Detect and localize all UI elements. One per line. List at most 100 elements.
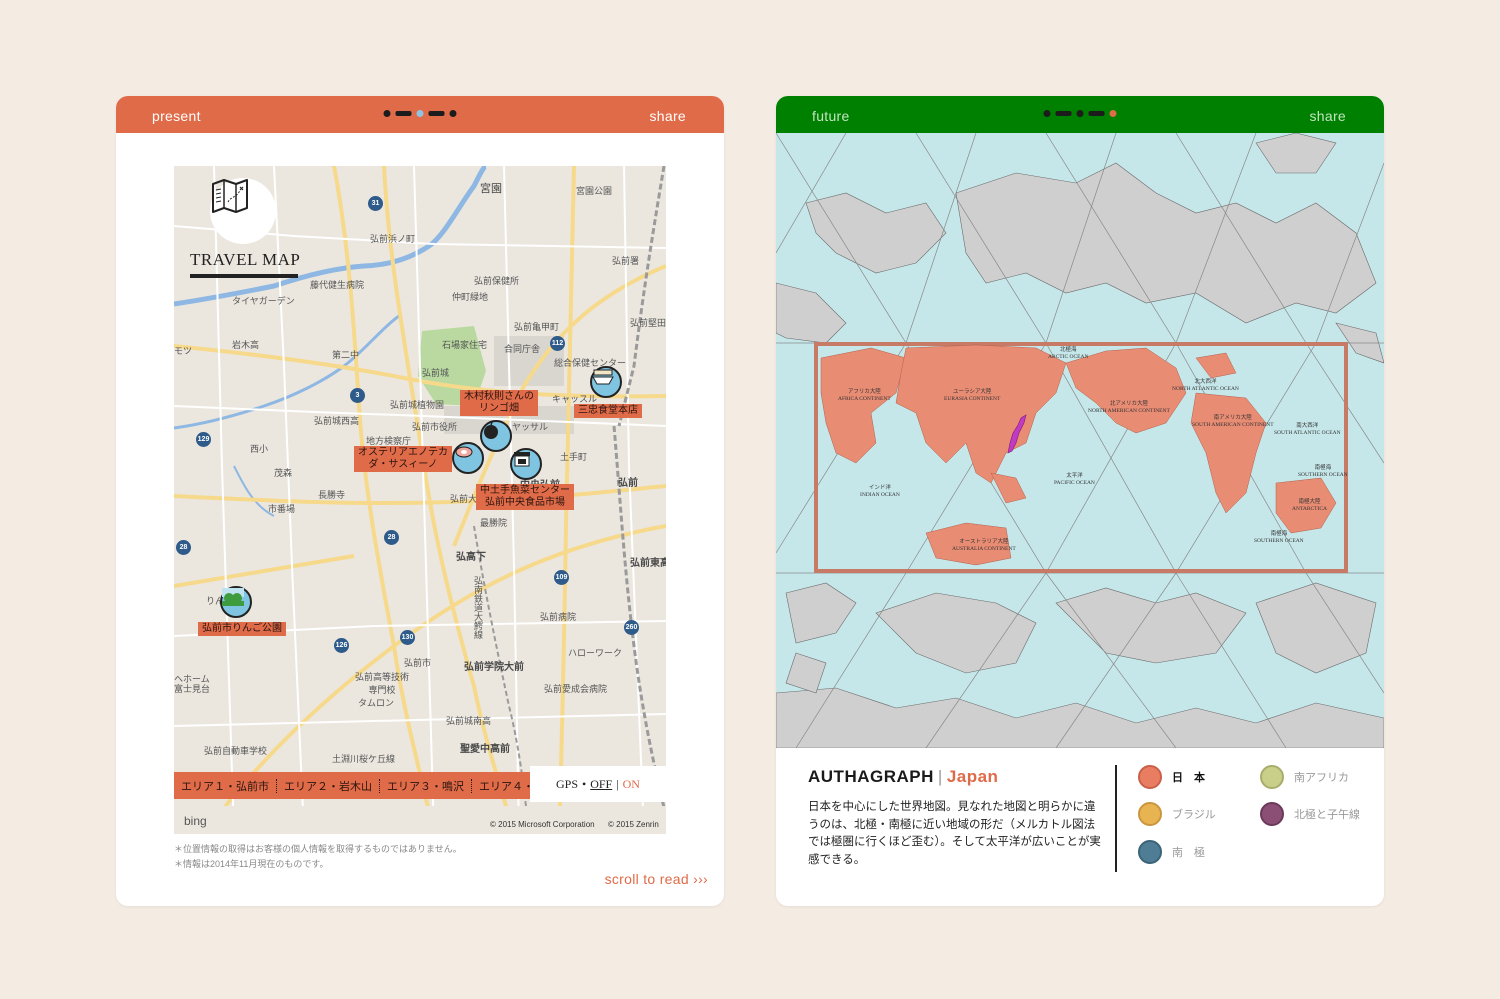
section-title: AUTHAGRAPH | Japan [808,767,998,787]
map-place-label: 長勝寺 [318,490,346,500]
poi-label-nakadote-market[interactable]: 中土手魚菜センター 弘前中央食品市場 [476,484,574,510]
map-label: ユーラシア大陸 EURASIA CONTINENT [944,389,1001,402]
swatch-south-africa [1260,765,1284,789]
map-place-label: 弘南鉄道大鰐線 [473,576,483,639]
map-place-label: 藤代健生病院 [310,280,365,290]
swatch-japan [1138,765,1162,789]
authagraph-world-map[interactable]: 北極海 ARCTIC OCEAN アフリカ大陸 AFRICA CONTINENT ユ… [776,133,1384,748]
ham-dish-icon[interactable] [452,442,484,474]
area-tab-2[interactable]: エリア２・岩木山 [277,778,379,794]
map-place-label: 弘高下 [456,552,486,563]
share-button[interactable]: share [1309,108,1346,124]
map-place-label: 弘前市 [404,658,432,668]
gps-label: GPS [556,776,579,791]
map-place-label: 合同庁舎 [504,344,541,354]
page-dot[interactable] [395,111,412,116]
map-place-label: 弘前愛成会病院 [544,684,608,694]
route-shield: 109 [554,570,569,585]
page-dot[interactable] [428,111,445,116]
poi-label-osteria[interactable]: オステリアエノテカ ダ・サスィーノ [354,446,452,472]
map-place-label: ヤッサル [512,422,549,432]
route-shield: 28 [384,530,399,545]
legend-arctic-meridian[interactable]: 北極と子午線 [1260,802,1360,826]
map-place-label: 弘前保健所 [474,276,520,286]
gps-toggle: GPS • OFF | ON [530,766,666,802]
page-indicator [383,110,457,117]
scroll-to-read-link[interactable]: scroll to read ››› [605,871,708,887]
legend-antarctica[interactable]: 南 極 [1138,840,1205,864]
map-place-label: 弘前亀甲町 [514,322,560,332]
route-shield: 112 [550,336,565,351]
map-label: 北アメリカ大陸 NORTH AMERICAN CONTINENT [1088,401,1170,414]
area-tab-3[interactable]: エリア３・鳴沢 [380,778,471,794]
page-dot[interactable] [1076,110,1084,117]
authagraph-card: future share 北極海 ARCTIC OCEAN アフリカ大陸 AFR… [776,96,1384,906]
page-dot[interactable] [449,110,457,117]
map-place-label: ヘホーム [174,674,210,684]
gps-separator: | [616,776,619,791]
gps-on-button[interactable]: ON [623,777,640,792]
page-indicator [1043,110,1117,117]
note-privacy: ＊位置情報の取得はお客様の個人情報を取得するものではありません。 [174,844,462,854]
route-shield: 130 [400,630,415,645]
legend-japan[interactable]: 日 本 [1138,765,1205,789]
map-place-label: 総合保健センター [554,358,627,368]
travel-map-title: TRAVEL MAP [190,250,301,269]
apple-orchard-icon[interactable] [220,586,252,618]
map-place-label: 弘前城 [422,368,450,378]
route-shield: 260 [624,620,639,635]
country-subtitle: Japan [946,767,999,786]
map-place-label: モツ [174,346,193,356]
map-place-label: 仲町緑地 [452,292,489,302]
map-label: 南極海 SOUTHERN OCEAN [1298,465,1348,478]
swatch-arctic-meridian [1260,802,1284,826]
page-dot[interactable] [1088,111,1105,116]
poi-label-kimura-apple-farm[interactable]: 木村秋則さんの リンゴ畑 [460,390,538,416]
map-place-label: タムロン [358,698,395,708]
top-bar: present share [116,96,724,133]
page-dot[interactable] [1043,110,1051,117]
legend-label: 南 極 [1172,847,1205,859]
map-label: オーストラリア大陸 AUSTRALIA CONTINENT [952,539,1016,552]
map-place-label: ハローワーク [568,648,623,658]
copyright-microsoft: © 2015 Microsoft Corporation [490,820,595,829]
gps-off-button[interactable]: OFF [590,777,612,792]
description: 日本を中心にした世界地図。見なれた地図と明らかに違うのは、北極・南極に近い地域の… [808,801,1101,866]
apple-icon[interactable] [480,420,512,452]
future-tab[interactable]: future [812,108,850,124]
poi-label-sanchu-shokudo[interactable]: 三忠食堂本店 [574,404,642,418]
page-dot[interactable] [1055,111,1072,116]
travel-map[interactable]: 弘前浜ノ町 宮園公園 弘前署 弘前保健所 仲町緑地 藤代健生病院 タイヤガーデン… [174,166,666,834]
share-button[interactable]: share [649,108,686,124]
note-date: ＊情報は2014年11月現在のものです。 [174,859,329,869]
map-place-label: 弘前学院大前 [464,662,524,673]
present-tab[interactable]: present [152,108,201,124]
copyright-zenrin: © 2015 Zenrin [608,820,659,829]
travel-map-card: present share 弘前浜ノ町 宮園公園 弘前署 弘前保健所 仲町緑地 … [116,96,724,906]
route-shield: 126 [334,638,349,653]
notes: ＊位置情報の取得はお客様の個人情報を取得するものではありません。 ＊情報は201… [174,842,462,872]
area-tab-1[interactable]: エリア１・弘前市 [174,778,276,794]
map-place-label: 弘前東高 [630,558,666,569]
ramen-bowl-icon[interactable] [590,366,622,398]
legend-brazil[interactable]: ブラジル [1138,802,1216,826]
legend-label: ブラジル [1172,809,1216,821]
page-dot-active[interactable] [1109,110,1117,117]
page-dot[interactable] [383,110,391,117]
legend-south-africa[interactable]: 南アフリカ [1260,765,1349,789]
map-place-label: 弘前高等技術専門校 [354,672,409,695]
map-label: 太平洋 PACIFIC OCEAN [1054,473,1095,486]
map-place-label: タイヤガーデン [232,296,295,306]
map-place-label: 市番場 [268,504,296,514]
market-stall-icon[interactable] [510,448,542,480]
page-dot-active[interactable] [416,110,424,117]
map-place-label: 弘前 [618,478,638,489]
route-shield: 31 [368,196,383,211]
map-label: 南大西洋 SOUTH ATLANTIC OCEAN [1274,423,1341,436]
bing-logo: bing [184,814,207,828]
gps-dot: • [582,776,587,791]
area-tabs: エリア１・弘前市 エリア２・岩木山 エリア３・鳴沢 エリア４・大鰐 [174,772,556,799]
map-place-label: 岩木高 [232,340,260,350]
legend-label: 日 本 [1172,772,1205,784]
poi-label-apple-park[interactable]: 弘前市りんご公園 [198,622,286,636]
